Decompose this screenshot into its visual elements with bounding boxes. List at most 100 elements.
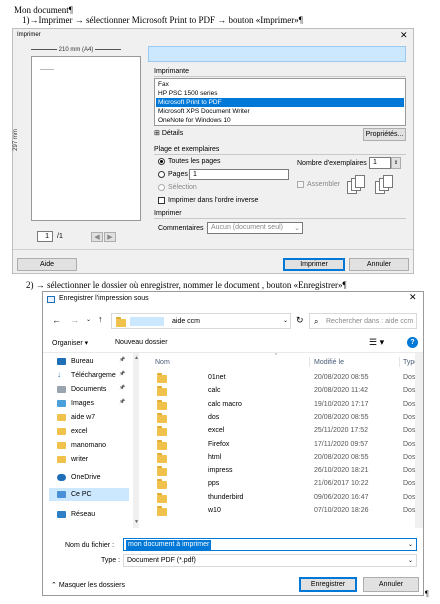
save-dialog-titlebar: Enregistrer l'impression sous ✕ xyxy=(43,292,423,307)
folder-icon xyxy=(157,492,167,503)
nav-item[interactable]: Bureau 📌 xyxy=(49,355,129,368)
pin-icon[interactable]: 📌 xyxy=(119,385,125,391)
help-icon[interactable]: ? xyxy=(407,337,418,348)
file-date: 20/08/2020 08:55 xyxy=(314,453,369,461)
help-button[interactable]: Aide xyxy=(17,258,77,271)
cancel-button[interactable]: Annuler xyxy=(363,577,419,592)
address-bar[interactable]: aide ccm ⌄ xyxy=(111,313,291,329)
file-scrollbar[interactable] xyxy=(415,353,423,528)
save-app-icon xyxy=(47,296,55,303)
view-options-icon[interactable]: ☰ ▾ xyxy=(369,337,384,348)
file-row[interactable]: w10 07/10/2020 18:26 Doss xyxy=(143,505,419,517)
nav-item[interactable]: manomano xyxy=(49,439,129,452)
page-number-field[interactable]: 1 xyxy=(37,231,53,242)
type-select[interactable]: Document PDF (*.pdf) ⌄ xyxy=(123,554,417,567)
nav-item-label: excel xyxy=(71,428,88,435)
reverse-label: Imprimer dans l'ordre inverse xyxy=(168,197,259,204)
path-highlight xyxy=(130,317,164,326)
printer-list[interactable]: Fax HP PSC 1500 series Microsoft Print to … xyxy=(154,78,406,126)
organize-menu[interactable]: Organiser ▾ xyxy=(52,339,88,347)
file-row[interactable]: html 20/08/2020 08:55 Doss xyxy=(143,452,419,464)
file-date: 17/11/2020 09:57 xyxy=(314,440,368,448)
folder-icon xyxy=(157,412,167,423)
close-icon[interactable]: ✕ xyxy=(400,30,408,41)
pin-icon[interactable]: 📌 xyxy=(119,357,125,363)
comments-select[interactable]: Aucun (document seul) ⌄ xyxy=(207,222,303,234)
pin-icon[interactable]: 📌 xyxy=(119,399,125,405)
chevron-down-icon[interactable]: ⌄ xyxy=(408,541,413,548)
copies-stepper[interactable]: ⇕ xyxy=(391,157,401,169)
nav-scrollbar[interactable]: ▲ ▼ xyxy=(133,353,139,528)
copies-field[interactable]: 1 xyxy=(369,157,391,169)
nav-item[interactable]: ↓ Téléchargeme 📌 xyxy=(49,369,129,382)
file-row[interactable]: 01net 20/08/2020 08:55 Doss xyxy=(143,372,419,384)
pages-radio[interactable] xyxy=(158,171,165,178)
range-section-title: Plage et exemplaires xyxy=(154,146,220,153)
cancel-button[interactable]: Annuler xyxy=(349,258,409,271)
details-toggle[interactable]: ⊞ Détails xyxy=(154,129,183,137)
path-current: aide ccm xyxy=(172,318,201,325)
file-row[interactable]: calc 20/08/2020 11:42 Doss xyxy=(143,385,419,397)
all-pages-radio[interactable] xyxy=(158,158,165,165)
nav-item[interactable]: Images 📌 xyxy=(49,397,129,410)
file-date: 20/08/2020 11:42 xyxy=(314,387,368,395)
folder-icon xyxy=(57,456,66,463)
next-page-button[interactable]: ▶ xyxy=(104,232,116,242)
paper-width-label: 210 mm (A4) xyxy=(31,47,141,53)
sort-caret-icon: ^ xyxy=(275,353,278,359)
back-arrow-icon[interactable]: ← xyxy=(52,315,61,325)
pin-icon[interactable]: 📌 xyxy=(119,371,125,377)
nav-item[interactable]: OneDrive xyxy=(49,471,129,484)
nav-item[interactable]: Ce PC xyxy=(49,488,129,501)
filename-field[interactable]: mon document à imprimer ⌄ xyxy=(123,538,417,551)
nav-item-label: Réseau xyxy=(71,511,96,518)
new-folder-button[interactable]: Nouveau dossier xyxy=(115,339,168,346)
col-name-header[interactable]: Nom xyxy=(155,359,170,366)
forward-arrow-icon[interactable]: → xyxy=(70,315,79,325)
documents-icon xyxy=(57,386,66,393)
reverse-checkbox[interactable] xyxy=(158,197,165,204)
folder-icon xyxy=(157,373,167,383)
nav-item-label: aide w7 xyxy=(71,414,96,421)
printer-item[interactable]: HP PSC 1500 series xyxy=(156,89,404,98)
close-icon[interactable]: ✕ xyxy=(409,292,417,303)
up-arrow-icon[interactable]: ↑ xyxy=(98,314,103,324)
file-row[interactable]: pps 21/06/2017 10:22 Doss xyxy=(143,478,419,490)
printer-item[interactable]: Fax xyxy=(156,80,404,89)
chevron-down-icon[interactable]: ⌄ xyxy=(283,317,288,324)
printer-item[interactable]: OneNote for Windows 10 xyxy=(156,116,404,125)
selection-radio[interactable] xyxy=(158,184,165,191)
file-row[interactable]: Firefox 17/11/2020 09:57 Doss xyxy=(143,439,419,451)
pages-field[interactable]: 1 xyxy=(189,169,289,180)
file-name: dos xyxy=(208,413,220,421)
hide-folders-toggle[interactable]: ⌃ Masquer les dossiers xyxy=(51,581,125,589)
print-dialog: Imprimer ✕ 210 mm (A4) 297 mm 1 /1 ◀ ▶ I… xyxy=(12,28,414,274)
nav-item[interactable]: Réseau xyxy=(49,508,129,521)
file-row[interactable]: impress 26/10/2020 18:21 Doss xyxy=(143,465,419,477)
prev-page-button[interactable]: ◀ xyxy=(91,232,103,242)
doc-step-1: 1)→Imprimer → sélectionner Microsoft Pri… xyxy=(22,15,303,25)
nav-item[interactable]: aide w7 xyxy=(49,411,129,424)
printer-item[interactable]: Microsoft Print to PDF xyxy=(156,98,404,107)
save-button[interactable]: Enregistrer xyxy=(299,577,357,592)
doc-title: Mon document¶ xyxy=(14,5,73,15)
file-row[interactable]: calc macro 19/10/2020 17:17 Doss xyxy=(143,399,419,411)
file-row[interactable]: dos 20/08/2020 08:55 Doss xyxy=(143,412,419,424)
desktop-icon xyxy=(57,358,66,365)
col-date-header[interactable]: Modifié le xyxy=(314,359,344,366)
file-row[interactable]: thunderbird 09/06/2020 16:47 Doss xyxy=(143,492,419,504)
collate-checkbox[interactable] xyxy=(297,181,304,188)
printer-item[interactable]: Microsoft XPS Document Writer xyxy=(156,107,404,116)
nav-item[interactable]: writer xyxy=(49,453,129,466)
print-button[interactable]: Imprimer xyxy=(283,258,345,271)
file-name: Firefox xyxy=(208,440,230,448)
nav-item[interactable]: excel xyxy=(49,425,129,438)
file-row[interactable]: excel 25/11/2020 17:52 Doss xyxy=(143,425,419,437)
recent-dropdown-icon[interactable]: ⌄ xyxy=(86,316,91,323)
properties-button[interactable]: Propriétés... xyxy=(363,128,406,141)
nav-item[interactable]: Documents 📌 xyxy=(49,383,129,396)
file-date: 20/08/2020 08:55 xyxy=(314,413,369,421)
nav-item-label: Bureau xyxy=(71,358,94,365)
refresh-icon[interactable]: ↻ xyxy=(296,315,304,326)
search-box[interactable]: ⌕ Rechercher dans : aide ccm xyxy=(309,313,417,329)
